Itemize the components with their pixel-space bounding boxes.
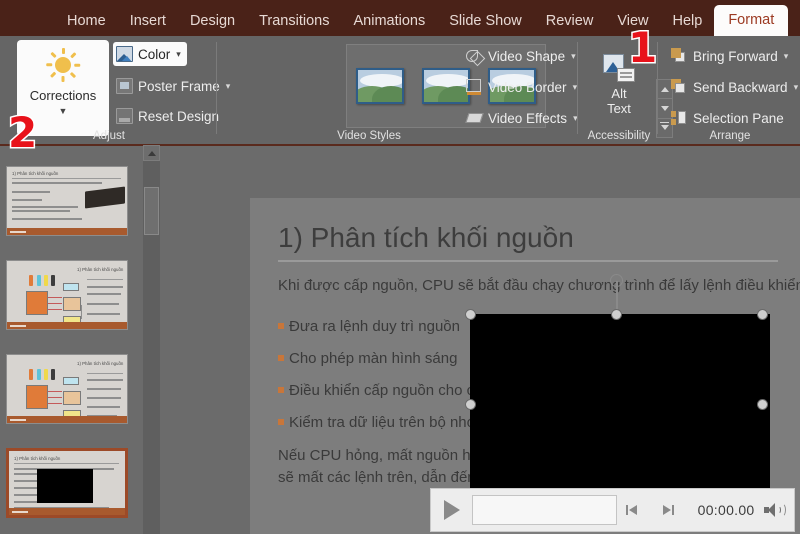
- ribbon-group-arrange: Bring Forward ▾ Send Backward ▾ Selectio…: [660, 36, 800, 146]
- ribbon: Corrections ▼ Color ▾ Poster Frame ▾ Res…: [0, 36, 800, 146]
- rotate-handle[interactable]: [610, 274, 623, 287]
- chevron-down-icon[interactable]: ▾: [176, 49, 181, 60]
- alt-text-label-line1: Alt: [611, 86, 626, 101]
- thumbnail-pane-scrollbar[interactable]: [143, 145, 160, 534]
- send-backward-icon: [671, 79, 688, 95]
- slide-thumbnail-title: 1) Phân tích khối nguồn: [77, 361, 123, 366]
- slide-thumbnail-4[interactable]: 1) Phân tích khối nguồn: [6, 448, 128, 518]
- ribbon-group-video-styles: Video Shape ▾ Video Border ▾ Video Effec…: [219, 36, 579, 146]
- title-underline: [278, 260, 778, 262]
- sun-icon: [46, 48, 80, 82]
- video-style-thumb[interactable]: [356, 68, 404, 104]
- bullet-text: Kiểm tra dữ liệu trên bộ nhớ: [289, 414, 476, 431]
- tab-home[interactable]: Home: [55, 6, 118, 36]
- tab-design[interactable]: Design: [178, 6, 247, 36]
- corrections-label: Corrections: [30, 88, 96, 103]
- reset-design-icon: [116, 108, 133, 124]
- play-button[interactable]: [431, 488, 472, 532]
- resize-handle-top-center[interactable]: [611, 309, 622, 320]
- scroll-up-button[interactable]: [143, 145, 160, 161]
- video-effects-button[interactable]: Video Effects ▾: [463, 106, 584, 130]
- poster-frame-button[interactable]: Poster Frame ▾: [113, 74, 236, 98]
- annotation-marker-1: 1: [628, 27, 657, 69]
- step-forward-button[interactable]: [650, 488, 684, 532]
- video-border-icon: [466, 79, 483, 95]
- slide-thumbnail-title: 1) Phân tích khối nguồn: [12, 171, 58, 176]
- slide-thumbnail-3[interactable]: 1) Phân tích khối nguồn: [6, 354, 128, 424]
- slide-thumbnail-video: [37, 469, 93, 503]
- group-divider: [216, 42, 217, 134]
- bullet-text: Đưa ra lệnh duy trì nguồn: [289, 318, 460, 335]
- bullet-marker: [278, 323, 284, 329]
- tab-help[interactable]: Help: [660, 6, 714, 36]
- group-label-arrange: Arrange: [660, 130, 800, 142]
- chevron-down-icon[interactable]: ▼: [59, 106, 68, 116]
- tab-transitions[interactable]: Transitions: [247, 6, 341, 36]
- slide-bullet-2[interactable]: Cho phép màn hình sáng: [278, 350, 457, 367]
- bullet-marker: [278, 355, 284, 361]
- selection-pane-button[interactable]: Selection Pane: [668, 106, 790, 130]
- bring-forward-icon: [671, 48, 688, 64]
- group-divider: [577, 42, 578, 134]
- video-object[interactable]: [470, 314, 770, 494]
- bullet-marker: [278, 419, 284, 425]
- slide-bullet-1[interactable]: Đưa ra lệnh duy trì nguồn: [278, 318, 460, 335]
- color-button[interactable]: Color ▾: [113, 42, 187, 66]
- bring-forward-label: Bring Forward: [693, 49, 778, 64]
- group-label-video-styles: Video Styles: [219, 130, 519, 142]
- video-border-button[interactable]: Video Border ▾: [463, 75, 583, 99]
- video-border-label: Video Border: [488, 80, 567, 95]
- tab-review[interactable]: Review: [534, 6, 606, 36]
- resize-handle-top-right[interactable]: [757, 309, 768, 320]
- ribbon-tab-bar: Home Insert Design Transitions Animation…: [0, 0, 800, 36]
- bullet-text: Cho phép màn hình sáng: [289, 350, 457, 367]
- resize-handle-middle-left[interactable]: [465, 399, 476, 410]
- reset-design-button[interactable]: Reset Design: [113, 104, 225, 128]
- video-player-controls[interactable]: 00:00.00: [430, 488, 795, 532]
- timecode-label: 00:00.00: [698, 502, 755, 518]
- send-backward-label: Send Backward: [693, 80, 788, 95]
- alt-text-label-line2: Text: [607, 101, 631, 116]
- tab-format[interactable]: Format: [714, 5, 788, 36]
- poster-frame-label: Poster Frame: [138, 79, 220, 94]
- photo-color-icon: [116, 46, 133, 62]
- scrollbar-thumb[interactable]: [144, 187, 159, 235]
- selection-pane-icon: [671, 110, 688, 126]
- seek-bar[interactable]: [472, 495, 616, 525]
- chevron-down-icon[interactable]: ▾: [794, 82, 799, 93]
- tab-insert[interactable]: Insert: [118, 6, 178, 36]
- tab-slide-show[interactable]: Slide Show: [437, 6, 534, 36]
- tab-playback[interactable]: Playback: [788, 6, 800, 36]
- tab-animations[interactable]: Animations: [341, 6, 437, 36]
- slide-thumbnail-1[interactable]: 1) Phân tích khối nguồn: [6, 166, 128, 236]
- send-backward-button[interactable]: Send Backward ▾: [668, 75, 800, 99]
- resize-handle-top-left[interactable]: [465, 309, 476, 320]
- slide-bullet-4[interactable]: Kiểm tra dữ liệu trên bộ nhớ: [278, 414, 476, 431]
- video-effects-icon: [466, 110, 483, 126]
- slide-thumbnail-2[interactable]: 1) Phân tích khối nguồn: [6, 260, 128, 330]
- color-label: Color: [138, 47, 170, 62]
- chevron-down-icon[interactable]: ▾: [571, 51, 576, 62]
- slide-thumbnail-title: 1) Phân tích khối nguồn: [14, 456, 60, 461]
- video-shape-icon: [466, 48, 483, 64]
- selection-pane-label: Selection Pane: [693, 111, 784, 126]
- poster-frame-icon: [116, 78, 133, 94]
- annotation-marker-2: 2: [8, 112, 37, 154]
- group-label-accessibility: Accessibility: [579, 130, 659, 142]
- volume-icon[interactable]: [755, 488, 794, 532]
- step-backward-button[interactable]: [617, 488, 651, 532]
- slide-title[interactable]: 1) Phân tích khối nguồn: [278, 222, 574, 254]
- resize-handle-middle-right[interactable]: [757, 399, 768, 410]
- slide-paragraph-1[interactable]: Khi được cấp nguồn, CPU sẽ bắt đầu chạy …: [278, 276, 800, 295]
- slide-thumbnail-pane[interactable]: 1) Phân tích khối nguồn 1) Phân tích khố…: [0, 148, 140, 534]
- video-shape-label: Video Shape: [488, 49, 565, 64]
- reset-design-label: Reset Design: [138, 109, 219, 124]
- video-effects-label: Video Effects: [488, 111, 567, 126]
- bullet-marker: [278, 387, 284, 393]
- bring-forward-button[interactable]: Bring Forward ▾: [668, 44, 794, 68]
- chevron-down-icon[interactable]: ▾: [784, 51, 789, 62]
- slide-thumbnail-title: 1) Phân tích khối nguồn: [77, 267, 123, 272]
- video-shape-button[interactable]: Video Shape ▾: [463, 44, 582, 68]
